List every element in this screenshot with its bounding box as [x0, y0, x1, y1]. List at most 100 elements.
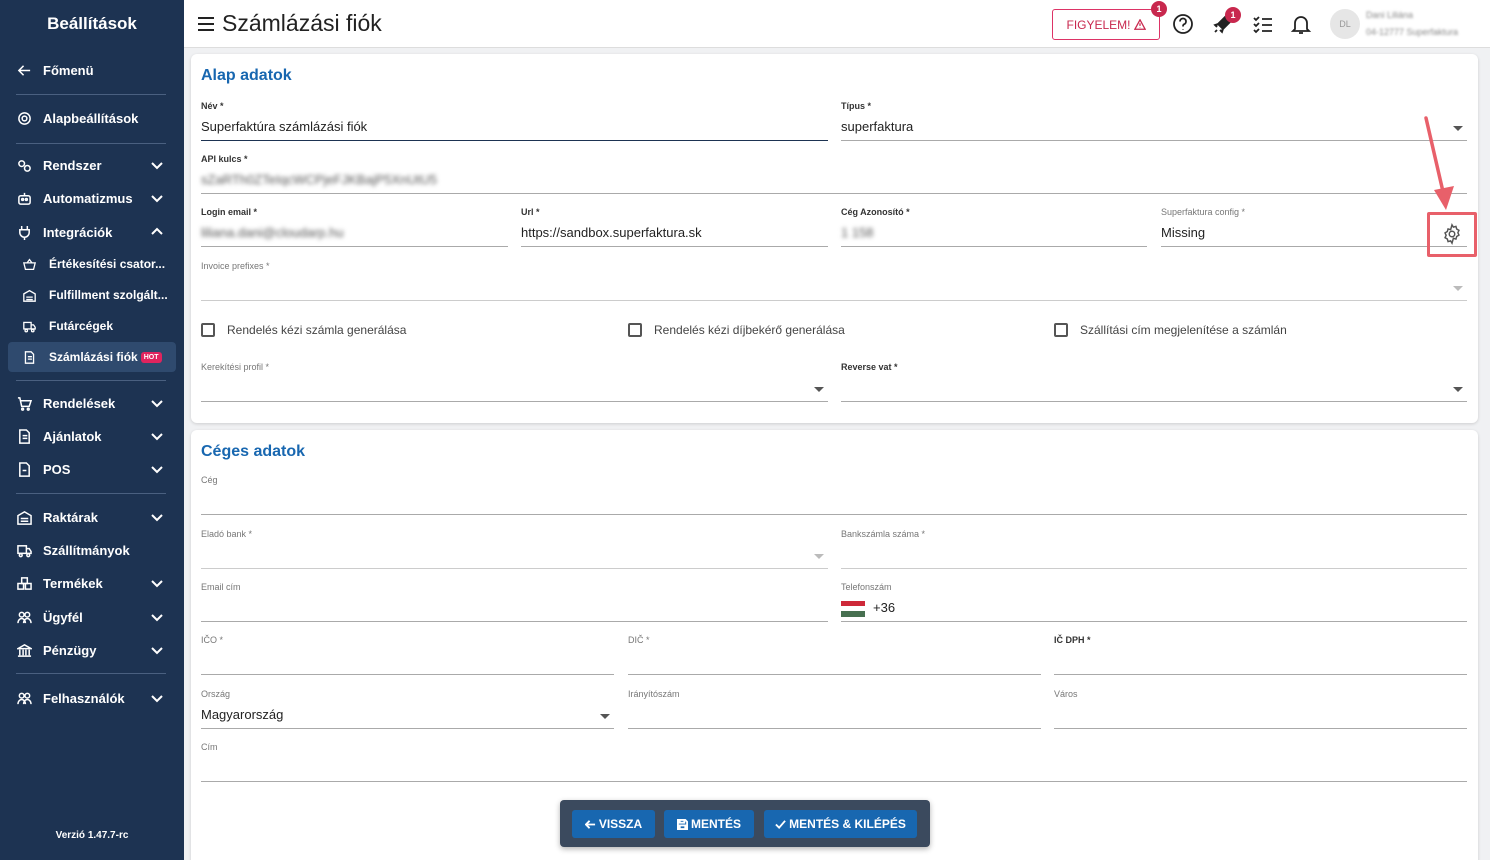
figyelem-label: FIGYELEM! — [1066, 17, 1131, 32]
field-label: Város — [1054, 689, 1078, 699]
telefon-field[interactable]: Telefonszám +36 — [841, 582, 1467, 622]
vissza-button[interactable]: VISSZA — [572, 810, 655, 838]
varos-field[interactable]: Város — [1054, 689, 1467, 729]
sidebar-item-szallitmanyok[interactable]: Szállítmányok — [0, 535, 184, 565]
checkbox-label: Rendelés kézi díjbekérő generálása — [654, 323, 845, 337]
invoice-icon — [22, 350, 36, 364]
sidebar-item-felhasznalok[interactable]: Felhasználók — [0, 683, 184, 713]
field-label: Név * — [201, 101, 224, 111]
user-subtitle: 04-12777 Superfaktura — [1366, 27, 1459, 37]
sidebar-item-rendelesek[interactable]: Rendelések — [0, 388, 184, 418]
chevron-down-icon — [150, 643, 164, 657]
top-header: Számlázási fiók FIGYELEM! 1 1 DL Dani Li… — [184, 0, 1490, 48]
ceg-select[interactable]: Cég — [201, 475, 1467, 515]
warehouse-icon — [16, 509, 32, 525]
chevron-down-icon — [150, 429, 164, 443]
checkbox-box[interactable] — [1054, 323, 1068, 337]
superfaktura-config-gear-button[interactable] — [1427, 212, 1477, 257]
sidebar-item-ajanlatok[interactable]: Ajánlatok — [0, 421, 184, 451]
url-input[interactable]: https://sandbox.superfaktura.sk — [521, 225, 702, 240]
checkbox-kezi-dijbekero[interactable]: Rendelés kézi díjbekérő generálása — [628, 323, 845, 337]
icdph-field[interactable]: IČ DPH * — [1054, 635, 1467, 675]
api-kulcs-field[interactable]: API kulcs * sZaRTh0ZTeIqcWCPjeFJKBajP5Xn… — [201, 154, 1467, 194]
basket-icon — [22, 257, 36, 271]
bell-icon[interactable] — [1290, 13, 1312, 35]
sidebar-item-szamlazasi[interactable]: Számlázási fiók HOT — [8, 342, 176, 372]
dropdown-arrow-icon — [814, 554, 824, 559]
field-label: Email cím — [201, 582, 241, 592]
sidebar-item-futarcegek[interactable]: Futárcégek — [8, 311, 176, 341]
nev-input[interactable]: Superfaktúra számlázási fiók — [201, 119, 367, 134]
sidebar-item-automatizmus[interactable]: Automatizmus — [0, 183, 184, 213]
login-email-input[interactable]: liliana.dani@cloudarp.hu — [201, 225, 344, 240]
login-email-field[interactable]: Login email * liliana.dani@cloudarp.hu — [201, 207, 508, 247]
sidebar-item-integraciok[interactable]: Integrációk — [0, 217, 184, 247]
sidebar-item-ugyfel[interactable]: Ügyfél — [0, 602, 184, 632]
sidebar: Beállítások Főmenü Alapbeállítások Rends… — [0, 0, 184, 860]
dic-field[interactable]: DIČ * — [628, 635, 1041, 675]
sidebar-item-fomenu[interactable]: Főmenü — [0, 55, 184, 85]
checkbox-szallitasi-cim[interactable]: Szállítási cím megjelenítése a számlán — [1054, 323, 1287, 337]
hamburger-menu-icon[interactable] — [196, 14, 216, 34]
sidebar-item-ertekesitesi[interactable]: Értékesítési csator... — [8, 249, 176, 279]
mentes-button[interactable]: MENTÉS — [664, 810, 754, 838]
avatar[interactable]: DL — [1330, 9, 1360, 39]
sidebar-item-raktarak[interactable]: Raktárak — [0, 502, 184, 532]
sidebar-item-fulfillment[interactable]: Fulfillment szolgált... — [8, 280, 176, 310]
hungary-flag-icon[interactable] — [841, 600, 865, 617]
email-field[interactable]: Email cím — [201, 582, 828, 622]
ico-field[interactable]: IČO * — [201, 635, 614, 675]
arrow-left-icon — [584, 819, 595, 829]
iranyitoszam-field[interactable]: Irányítószám — [628, 689, 1041, 729]
checkbox-box[interactable] — [201, 323, 215, 337]
nev-field[interactable]: Név * Superfaktúra számlázási fiók — [201, 101, 828, 141]
alap-adatok-card: Alap adatok Név * Superfaktúra számlázás… — [191, 54, 1478, 423]
field-label: Cég Azonosító * — [841, 207, 910, 217]
figyelem-button[interactable]: FIGYELEM! — [1052, 9, 1160, 40]
kerekitesi-profil-select[interactable]: Kerekítési profil * — [201, 362, 828, 402]
invoice-prefixes-select[interactable]: Invoice prefixes * — [201, 261, 1467, 301]
checkbox-kezi-szamla[interactable]: Rendelés kézi számla generálása — [201, 323, 406, 337]
reverse-vat-select[interactable]: Reverse vat * — [841, 362, 1467, 402]
orszag-select[interactable]: Ország Magyarország — [201, 689, 614, 729]
cim-field[interactable]: Cím — [201, 742, 1467, 782]
chevron-down-icon — [150, 396, 164, 410]
dropdown-arrow-icon — [1453, 286, 1463, 291]
field-label: API kulcs * — [201, 154, 248, 164]
checkbox-box[interactable] — [628, 323, 642, 337]
elado-bank-select[interactable]: Eladó bank * — [201, 529, 828, 569]
cart-icon — [16, 395, 32, 411]
checklist-icon[interactable] — [1252, 13, 1274, 35]
sidebar-item-pos[interactable]: POS — [0, 454, 184, 484]
sidebar-item-label: Szállítmányok — [43, 542, 130, 558]
help-icon[interactable] — [1172, 13, 1194, 35]
chevron-down-icon — [150, 191, 164, 205]
sidebar-item-label: Felhasználók — [43, 690, 125, 706]
sidebar-item-termekek[interactable]: Termékek — [0, 568, 184, 598]
sidebar-item-label: Alapbeállítások — [43, 110, 139, 126]
plug-icon — [16, 224, 32, 240]
users-cog-icon — [16, 690, 32, 706]
version-label: Verzió 1.47.7-rc — [55, 830, 129, 841]
api-kulcs-input[interactable]: sZaRTh0ZTeIqcWCPjeFJKBajP5XnUtU5 — [201, 172, 437, 187]
telefon-input[interactable]: +36 — [841, 600, 895, 617]
orszag-value: Magyarország — [201, 707, 284, 722]
mentes-kilepes-button[interactable]: MENTÉS & KILÉPÉS — [764, 810, 917, 838]
ceg-azonosito-input[interactable]: 1 158 — [841, 225, 874, 240]
users-icon — [16, 609, 32, 625]
truck-icon — [16, 542, 32, 558]
check-icon — [775, 819, 786, 829]
sidebar-item-penzugy[interactable]: Pénzügy — [0, 635, 184, 665]
field-label: Típus * — [841, 101, 872, 111]
sidebar-item-alapbeallitasok[interactable]: Alapbeállítások — [0, 103, 184, 133]
rocket-badge: 1 — [1225, 7, 1241, 23]
url-field[interactable]: Url * https://sandbox.superfaktura.sk — [521, 207, 828, 247]
bank-icon — [16, 642, 32, 658]
chevron-down-icon — [150, 510, 164, 524]
ceg-azonosito-field[interactable]: Cég Azonosító * 1 158 — [841, 207, 1147, 247]
sidebar-item-rendszer[interactable]: Rendszer — [0, 150, 184, 180]
bankszamla-field[interactable]: Bankszámla száma * — [841, 529, 1467, 569]
tipus-select[interactable]: Típus * superfaktura — [841, 101, 1467, 141]
dropdown-arrow-icon — [600, 714, 610, 719]
field-label: Irányítószám — [628, 689, 680, 699]
